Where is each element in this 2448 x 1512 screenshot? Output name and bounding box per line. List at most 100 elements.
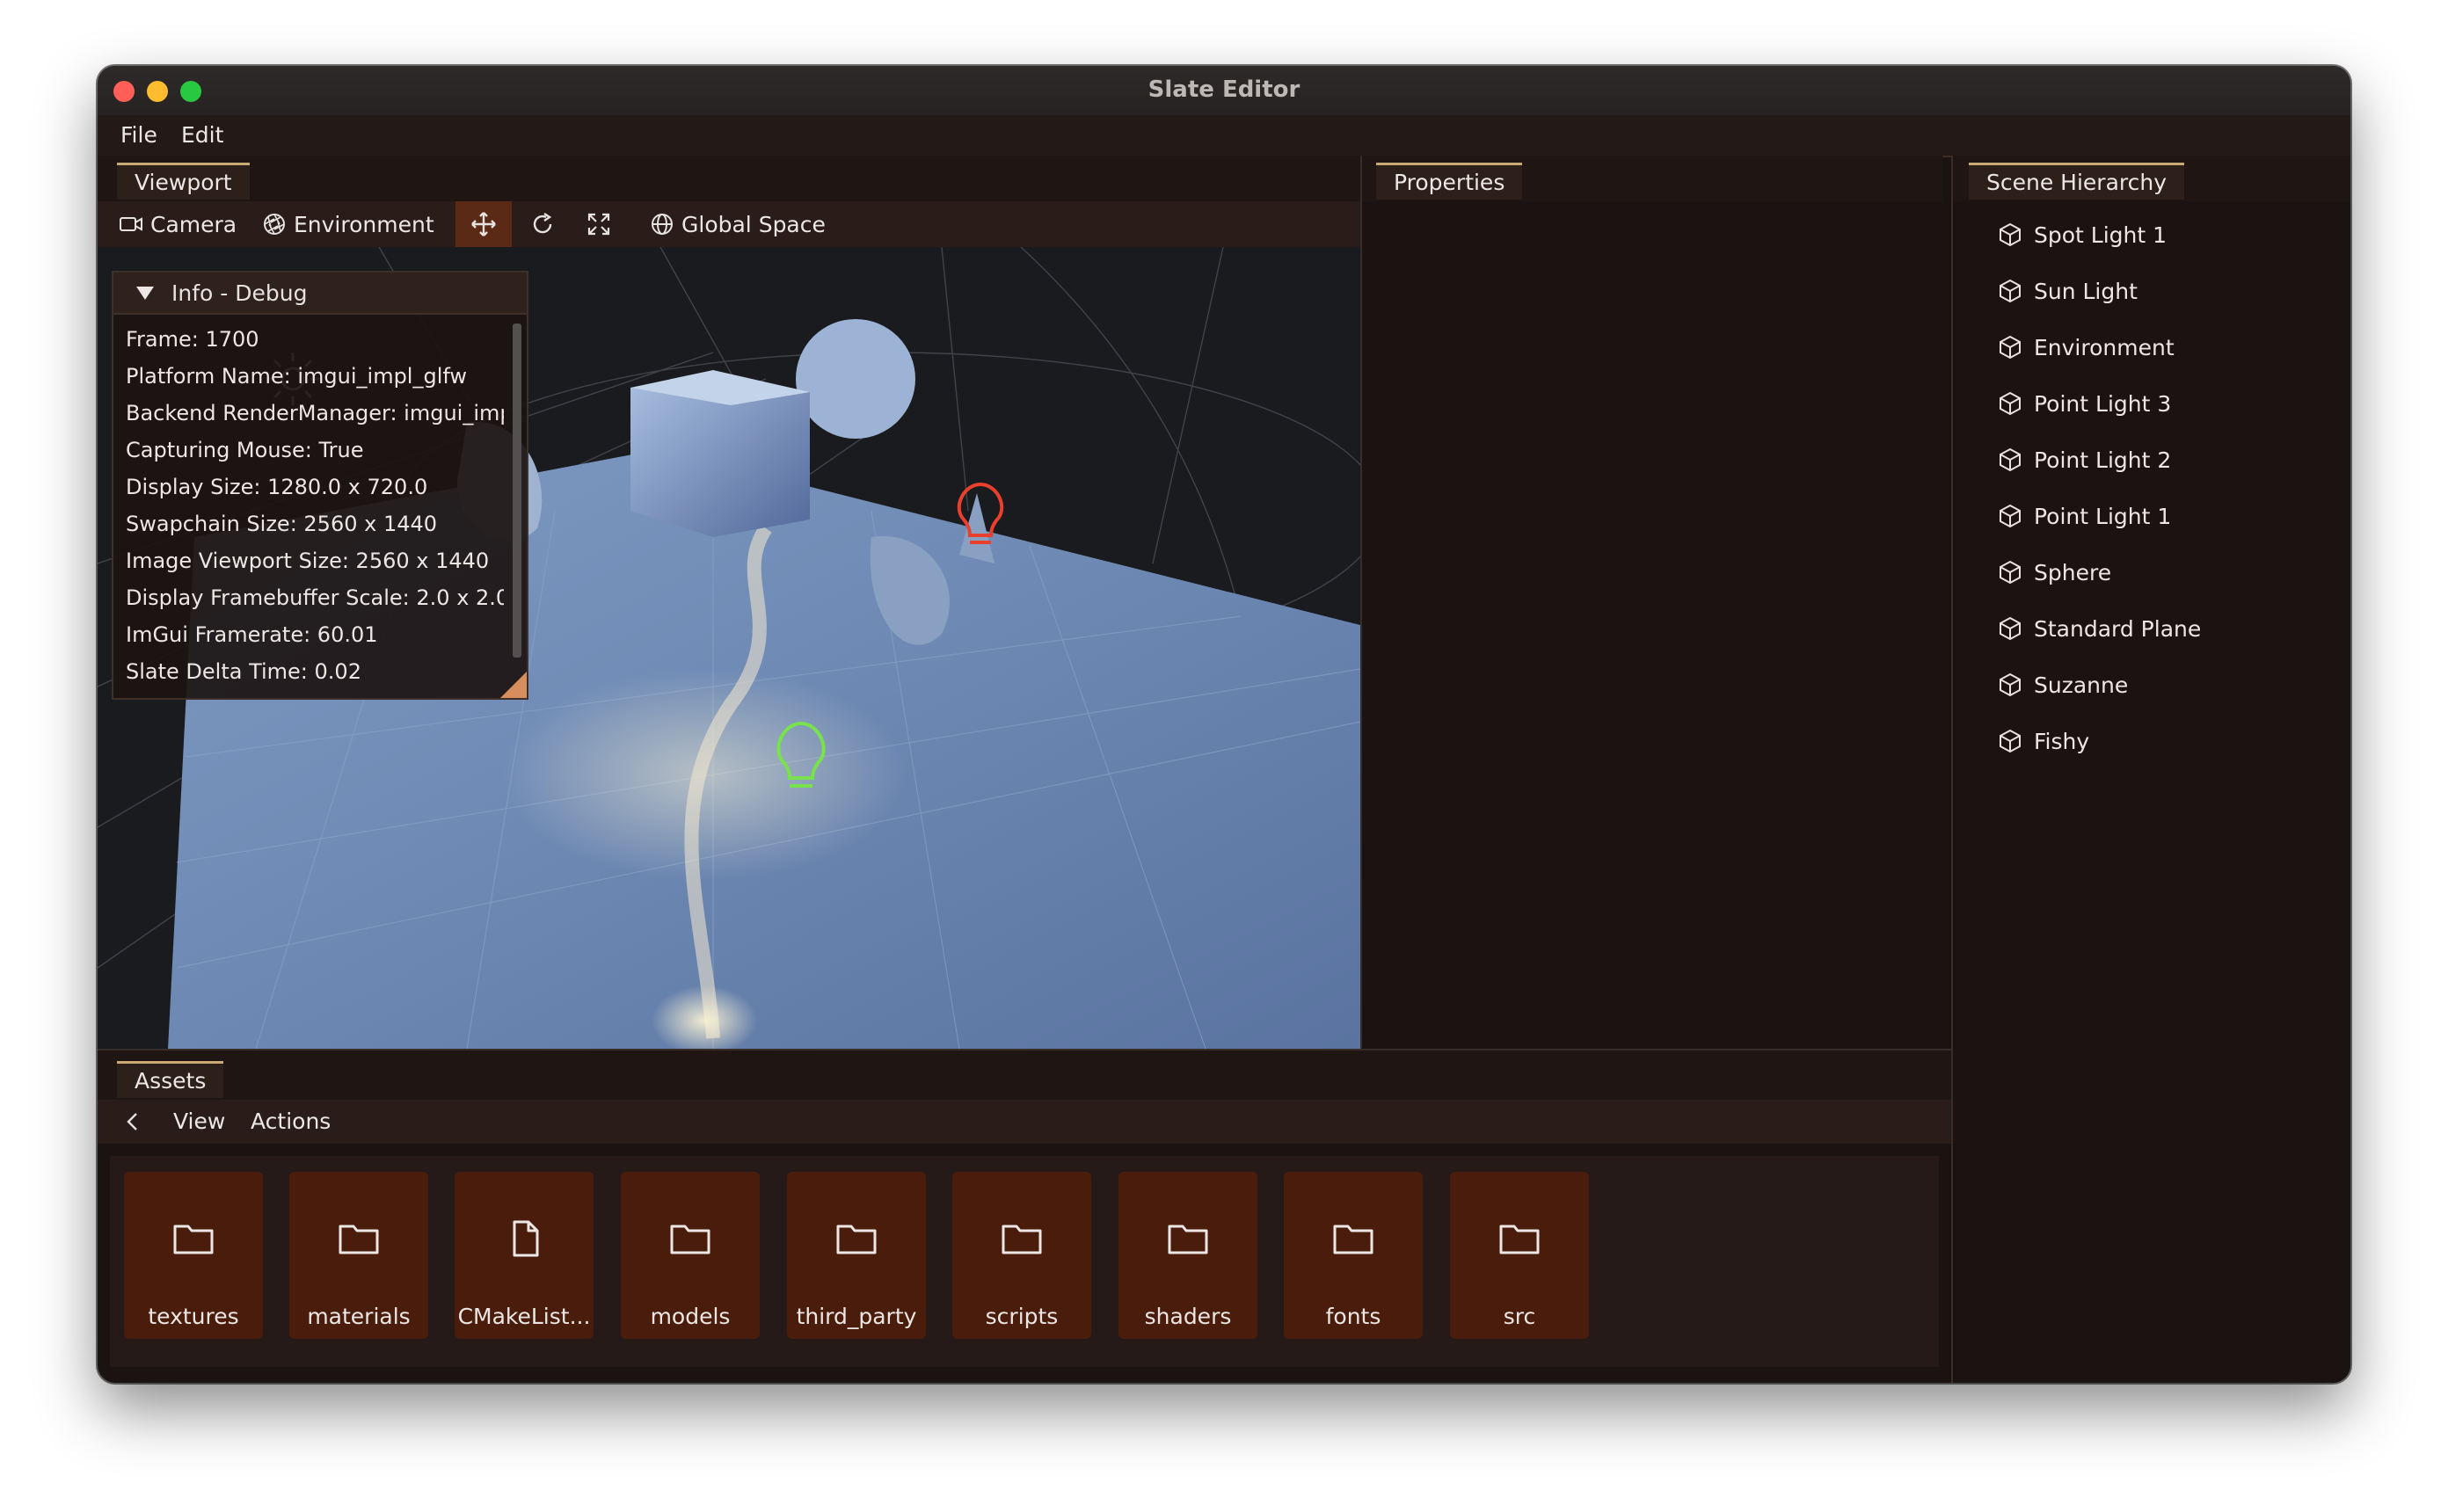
asset-folder-textures[interactable]: textures bbox=[124, 1172, 263, 1339]
hierarchy-item-spot-light-1[interactable]: Spot Light 1 bbox=[1999, 217, 2167, 252]
tab-properties[interactable]: Properties bbox=[1376, 163, 1523, 200]
cube-icon bbox=[2000, 672, 2021, 697]
debug-info-window[interactable]: Info - Debug Frame: 1700 Platform Name: … bbox=[112, 271, 528, 700]
resize-grip[interactable] bbox=[500, 672, 527, 698]
rotate-tool-button[interactable] bbox=[518, 201, 567, 247]
asset-folder-scripts[interactable]: scripts bbox=[952, 1172, 1091, 1339]
asset-label: materials bbox=[307, 1304, 411, 1329]
hierarchy-item-label: Point Light 3 bbox=[2034, 390, 2172, 417]
hierarchy-item-suzanne[interactable]: Suzanne bbox=[1999, 667, 2128, 702]
asset-folder-materials[interactable]: materials bbox=[289, 1172, 428, 1339]
cube-icon bbox=[2000, 391, 2021, 416]
debug-line: Image Viewport Size: 2560 x 1440 bbox=[126, 549, 490, 573]
folder-icon bbox=[1499, 1225, 1540, 1254]
cube-icon bbox=[2000, 279, 2021, 303]
rotate-icon bbox=[533, 213, 552, 234]
title-bar: Slate Editor bbox=[98, 66, 2350, 117]
environment-button[interactable]: Environment bbox=[262, 201, 434, 247]
hierarchy-list: Spot Light 1 Sun Light Environment Point… bbox=[1953, 201, 2350, 1383]
debug-line: Frame: 1700 bbox=[126, 327, 259, 352]
cube-icon bbox=[2000, 222, 2021, 247]
hierarchy-item-label: Suzanne bbox=[2034, 672, 2129, 698]
hierarchy-item-point-light-2[interactable]: Point Light 2 bbox=[1999, 442, 2171, 477]
asset-label: scripts bbox=[985, 1304, 1059, 1329]
globe-icon bbox=[652, 214, 673, 235]
space-toggle-button[interactable]: Global Space bbox=[650, 201, 826, 247]
scene-viewport[interactable]: Info - Debug Frame: 1700 Platform Name: … bbox=[98, 247, 1360, 1049]
debug-line: Display Framebuffer Scale: 2.0 x 2.0 bbox=[126, 585, 504, 610]
menu-file[interactable]: File bbox=[120, 122, 157, 148]
file-icon bbox=[513, 1220, 539, 1257]
aperture-icon bbox=[264, 214, 285, 235]
camera-button[interactable]: Camera bbox=[119, 201, 237, 247]
asset-label: src bbox=[1503, 1304, 1536, 1329]
environment-label: Environment bbox=[294, 211, 434, 237]
debug-scrollbar[interactable] bbox=[513, 323, 521, 658]
debug-line: Swapchain Size: 2560 x 1440 bbox=[126, 512, 438, 536]
hierarchy-item-label: Standard Plane bbox=[2034, 615, 2202, 642]
hierarchy-item-point-light-1[interactable]: Point Light 1 bbox=[1999, 498, 2171, 534]
asset-label: fonts bbox=[1325, 1304, 1381, 1329]
move-icon bbox=[471, 212, 496, 236]
tab-scene-hierarchy[interactable]: Scene Hierarchy bbox=[1969, 163, 2185, 200]
cube-icon bbox=[2000, 504, 2021, 528]
asset-folder-shaders[interactable]: shaders bbox=[1118, 1172, 1257, 1339]
debug-window-title: Info - Debug bbox=[171, 280, 308, 306]
tab-viewport[interactable]: Viewport bbox=[117, 163, 250, 200]
move-tool-button[interactable] bbox=[455, 201, 512, 247]
debug-line: Slate Delta Time: 0.02 bbox=[126, 659, 361, 684]
asset-label: shaders bbox=[1144, 1304, 1232, 1329]
asset-label: CMakeList... bbox=[457, 1304, 591, 1329]
asset-folder-src[interactable]: src bbox=[1450, 1172, 1589, 1339]
asset-label: models bbox=[650, 1304, 731, 1329]
cube-icon bbox=[2000, 335, 2021, 360]
hierarchy-tabbar: Scene Hierarchy bbox=[1953, 156, 2350, 201]
properties-tabbar: Properties bbox=[1362, 156, 1942, 201]
folder-icon bbox=[173, 1225, 214, 1254]
assets-view-menu[interactable]: View bbox=[173, 1109, 225, 1134]
debug-line: Backend RenderManager: imgui_impl bbox=[126, 401, 504, 425]
asset-file-cmakelists[interactable]: CMakeList... bbox=[455, 1172, 594, 1339]
asset-folder-third-party[interactable]: third_party bbox=[787, 1172, 926, 1339]
hierarchy-item-fishy[interactable]: Fishy bbox=[1999, 723, 2089, 759]
debug-line: Platform Name: imgui_impl_glfw bbox=[126, 364, 468, 389]
menu-edit[interactable]: Edit bbox=[181, 122, 223, 148]
hierarchy-item-sun-light[interactable]: Sun Light bbox=[1999, 273, 2138, 309]
hierarchy-item-label: Point Light 1 bbox=[2034, 503, 2172, 529]
tab-assets[interactable]: Assets bbox=[117, 1061, 224, 1098]
asset-folder-fonts[interactable]: fonts bbox=[1284, 1172, 1423, 1339]
viewport-toolbar: Camera Environment Global Space bbox=[98, 201, 1360, 247]
hierarchy-item-label: Spot Light 1 bbox=[2034, 222, 2168, 248]
hierarchy-item-sphere[interactable]: Sphere bbox=[1999, 555, 2111, 590]
hierarchy-item-label: Sphere bbox=[2034, 559, 2112, 585]
editor-window: Slate Editor File Edit Viewport Camera E… bbox=[98, 66, 2350, 1383]
camera-label: Camera bbox=[150, 211, 237, 237]
cube-icon bbox=[2000, 560, 2021, 585]
asset-folder-models[interactable]: models bbox=[621, 1172, 760, 1339]
hierarchy-item-standard-plane[interactable]: Standard Plane bbox=[1999, 611, 2201, 646]
back-chevron-icon[interactable] bbox=[124, 1111, 142, 1132]
window-title: Slate Editor bbox=[1148, 76, 1300, 103]
folder-icon bbox=[339, 1225, 379, 1254]
properties-content bbox=[1362, 201, 1951, 1049]
asset-label: textures bbox=[148, 1304, 239, 1329]
assets-tabbar: Assets bbox=[98, 1050, 1951, 1100]
hierarchy-item-label: Fishy bbox=[2034, 728, 2090, 754]
assets-toolbar: View Actions bbox=[98, 1100, 1951, 1144]
debug-window-header[interactable]: Info - Debug bbox=[113, 273, 527, 315]
camera-icon bbox=[120, 217, 142, 231]
hierarchy-item-point-light-3[interactable]: Point Light 3 bbox=[1999, 386, 2171, 421]
asset-label: third_party bbox=[796, 1304, 917, 1329]
viewport-tabbar: Viewport bbox=[98, 156, 1360, 201]
menu-bar: File Edit bbox=[98, 115, 2350, 157]
hierarchy-item-environment[interactable]: Environment bbox=[1999, 330, 2175, 365]
space-label: Global Space bbox=[681, 211, 826, 237]
debug-line: Display Size: 1280.0 x 720.0 bbox=[126, 475, 428, 499]
scale-tool-button[interactable] bbox=[574, 201, 623, 247]
folder-icon bbox=[836, 1225, 877, 1254]
collapse-triangle-icon[interactable] bbox=[135, 284, 156, 302]
assets-actions-menu[interactable]: Actions bbox=[251, 1109, 331, 1134]
hierarchy-item-label: Point Light 2 bbox=[2034, 447, 2172, 473]
folder-icon bbox=[1002, 1225, 1042, 1254]
hierarchy-item-label: Environment bbox=[2034, 334, 2175, 360]
